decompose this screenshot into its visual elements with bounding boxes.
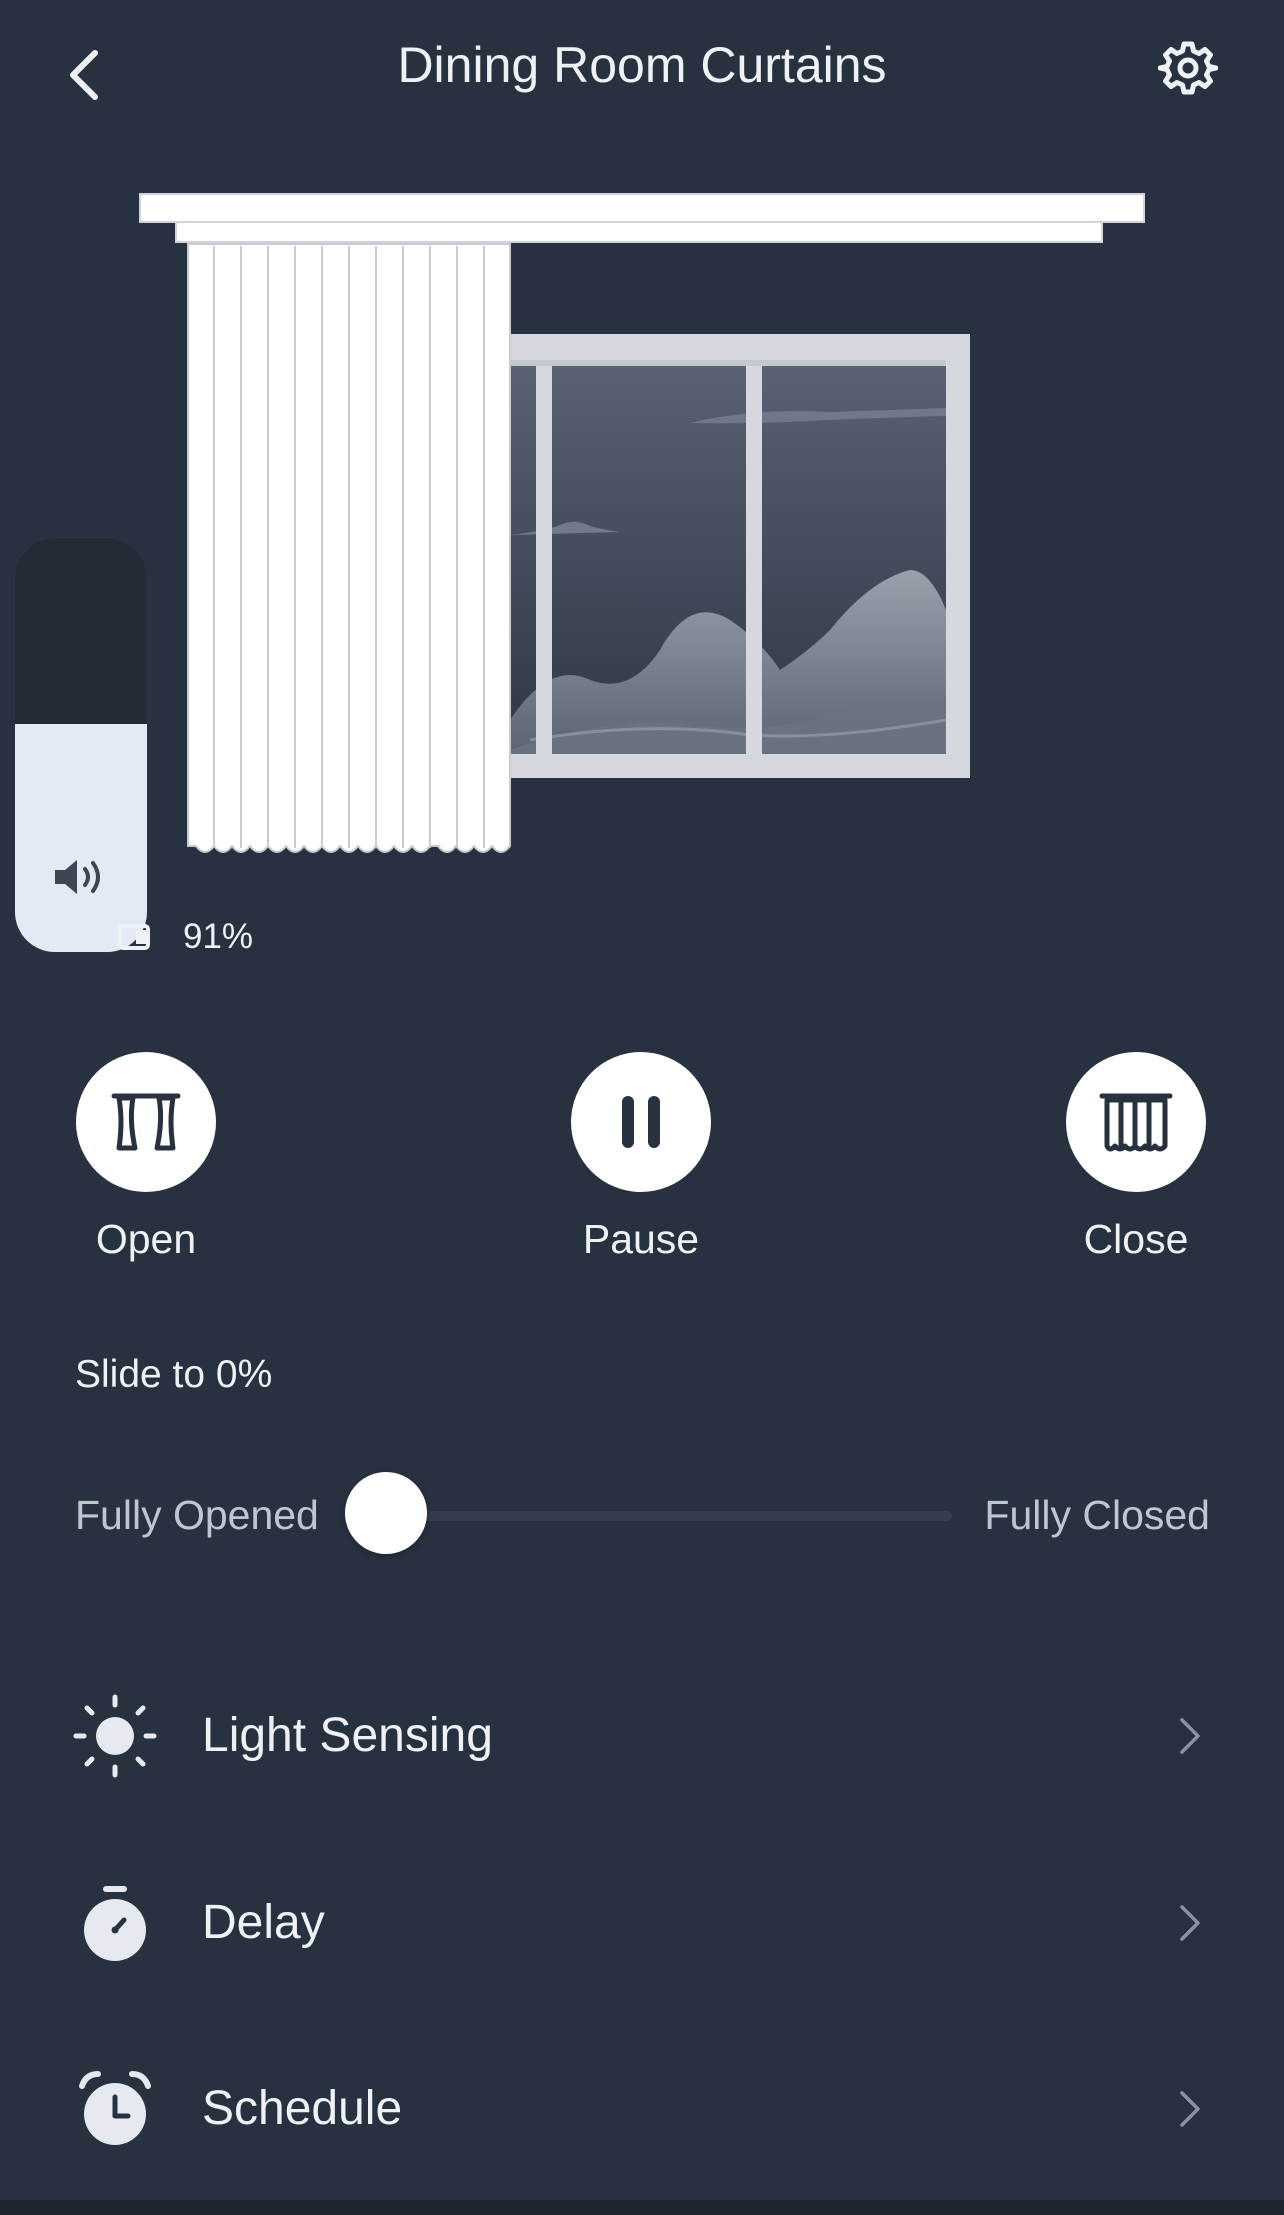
battery-icon [118,924,150,950]
slide-title: Slide to 0% [75,1353,273,1396]
menu-item-schedule[interactable]: Schedule [0,2034,1284,2184]
speaker-icon [15,842,147,912]
bottom-edge [0,2200,1284,2215]
menu-item-delay[interactable]: Delay [0,1848,1284,1998]
pause-button[interactable] [571,1052,711,1192]
fully-closed-label: Fully Closed [984,1492,1210,1538]
position-percent: 91% [183,917,254,956]
menu-item-label: Light Sensing [202,1709,493,1762]
alarm-clock-icon [70,2064,160,2154]
close-control: Close [1036,1052,1236,1292]
menu-item-label: Delay [202,1896,325,1949]
window [490,334,970,778]
curtain-rod [139,193,1145,243]
menu-item-light-sensing[interactable]: Light Sensing [0,1661,1284,1811]
pause-icon [622,1096,660,1148]
pause-control: Pause [541,1052,741,1292]
chevron-right-icon [1170,2079,1210,2139]
pause-label: Pause [582,1216,700,1262]
page-title: Dining Room Curtains [397,37,887,93]
open-curtain-icon [111,1093,181,1151]
stopwatch-icon [70,1878,160,1968]
chevron-right-icon [1170,1893,1210,1953]
volume-level [15,724,147,952]
close-label: Close [1083,1216,1189,1262]
sun-icon [70,1691,160,1781]
position-slider-thumb[interactable] [345,1472,427,1554]
open-button[interactable] [76,1052,216,1192]
closed-curtain-icon [1099,1093,1173,1152]
close-button[interactable] [1066,1052,1206,1192]
curtain-illustration [139,193,1145,853]
volume-slider[interactable] [15,538,147,952]
open-label: Open [95,1216,197,1262]
position-slider-track[interactable] [370,1511,952,1521]
chevron-right-icon [1170,1706,1210,1766]
open-control: Open [46,1052,246,1292]
menu-item-label: Schedule [202,2082,403,2135]
curtain-panel [187,243,511,853]
fully-opened-label: Fully Opened [75,1492,319,1538]
settings-button[interactable] [1140,20,1236,116]
gear-icon [1158,41,1218,95]
